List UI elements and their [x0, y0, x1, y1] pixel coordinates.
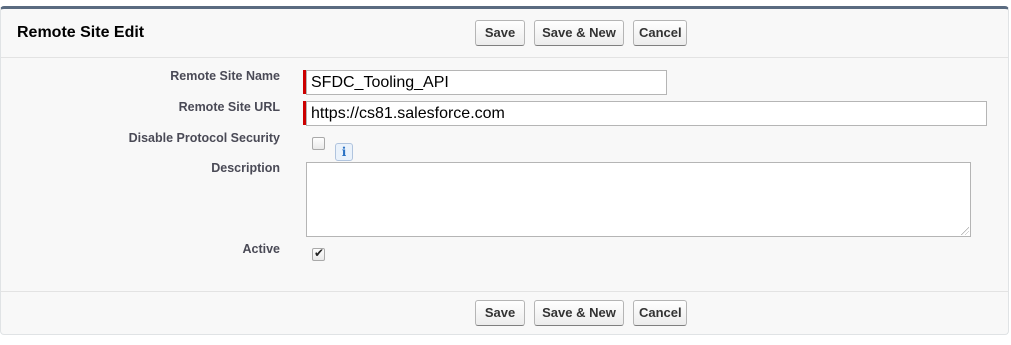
save-button[interactable]: Save — [475, 300, 525, 326]
cancel-button[interactable]: Cancel — [633, 300, 687, 326]
active-checkbox[interactable]: ✔ — [312, 246, 325, 261]
disable-protocol-security-checkbox[interactable] — [312, 137, 325, 150]
active-label: Active — [242, 242, 280, 256]
disable-protocol-security-label: Disable Protocol Security — [128, 131, 280, 145]
info-icon[interactable]: i — [335, 143, 353, 161]
remote-site-url-input[interactable]: https://cs81.salesforce.com — [306, 101, 987, 126]
panel-header: Remote Site Edit Save Save & New Cancel — [1, 9, 1008, 58]
remote-site-url-label: Remote Site URL — [178, 100, 280, 114]
save-and-new-button[interactable]: Save & New — [534, 20, 624, 46]
panel-footer: Save Save & New Cancel — [1, 291, 1008, 334]
resize-grip-icon[interactable] — [961, 227, 969, 235]
cancel-button[interactable]: Cancel — [633, 20, 687, 46]
save-button[interactable]: Save — [475, 20, 525, 46]
description-textarea[interactable] — [306, 162, 971, 237]
save-and-new-button[interactable]: Save & New — [534, 300, 624, 326]
remote-site-edit-panel: Remote Site Edit Save Save & New Cancel … — [0, 6, 1009, 335]
checkmark-icon: ✔ — [314, 246, 325, 260]
remote-site-name-label: Remote Site Name — [170, 69, 280, 83]
bottom-button-bar: Save Save & New Cancel — [475, 300, 687, 326]
description-label: Description — [211, 161, 280, 175]
top-button-bar: Save Save & New Cancel — [475, 20, 687, 46]
page-title: Remote Site Edit — [17, 24, 145, 41]
remote-site-name-input[interactable]: SFDC_Tooling_API — [306, 70, 667, 95]
